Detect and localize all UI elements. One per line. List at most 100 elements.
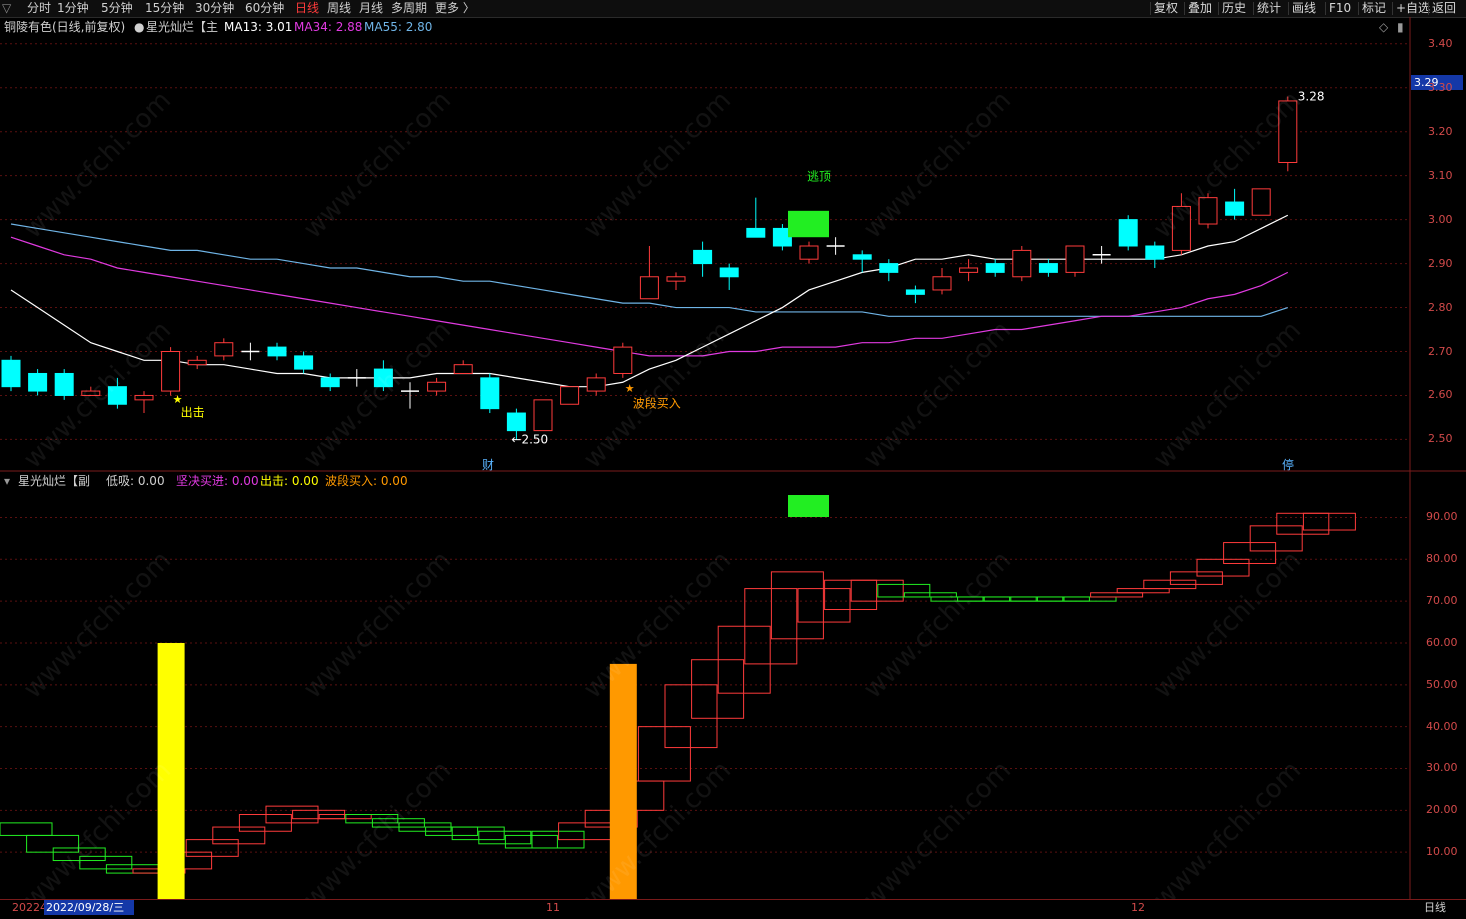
candle-down — [54, 372, 74, 396]
indicator-tick-8: 10.00 — [1426, 845, 1458, 859]
taoding-signal-sub — [788, 495, 829, 517]
candle-down — [985, 263, 1005, 273]
indicator-box — [504, 834, 558, 849]
candle-up — [453, 364, 473, 374]
price-tick-6: 2.80 — [1428, 300, 1453, 314]
indicator-tick-2: 70.00 — [1426, 594, 1458, 608]
month-11: 11 — [546, 901, 560, 914]
candle-down — [1145, 245, 1165, 260]
indicator-box — [1169, 571, 1223, 585]
indicator-tick-6: 30.00 — [1426, 761, 1458, 775]
period-tab-7[interactable]: 周线 — [327, 1, 351, 16]
candle-down — [294, 355, 314, 370]
indicator-box — [664, 684, 718, 749]
candle-up — [586, 377, 606, 392]
period-indicator[interactable]: 日线 — [1424, 900, 1446, 915]
date-axis — [0, 899, 1466, 919]
month-12: 12 — [1131, 901, 1145, 914]
indicator-box — [1010, 596, 1064, 602]
indicator-box — [1036, 596, 1090, 602]
candle-down — [746, 227, 766, 238]
toolbar-button-5[interactable]: F10 — [1329, 1, 1351, 16]
indicator-tick-5: 40.00 — [1426, 719, 1458, 733]
price-tick-7: 2.70 — [1428, 344, 1453, 358]
period-toolbar: ▽ 分时 1分钟 5分钟 15分钟 30分钟 60分钟 日线 周线 月线 多周期 更多 〉 复权 叠加… — [0, 0, 1466, 18]
price-tick-1: 3.30 — [1428, 80, 1453, 94]
toolbar-button-1[interactable]: 叠加 — [1188, 1, 1212, 16]
period-tab-4[interactable]: 30分钟 — [195, 1, 234, 16]
boduan-annotation: 波段买入 — [633, 395, 681, 410]
indicator-box — [1090, 592, 1144, 598]
indicator-box — [451, 826, 505, 841]
indicator-box — [1116, 588, 1170, 594]
candle-down — [1, 359, 21, 388]
price-tick-8: 2.60 — [1428, 388, 1453, 402]
indicator-box — [1063, 596, 1117, 602]
price-chart[interactable]: ★★出击波段买入逃顶←2.503.28财停 — [0, 17, 1466, 472]
candle-down — [373, 368, 393, 388]
candle-down — [693, 249, 713, 265]
high-price-annotation: 3.28 — [1298, 90, 1325, 104]
period-tab-3[interactable]: 15分钟 — [145, 1, 184, 16]
candle-up — [1278, 100, 1298, 163]
toolbar-button-0[interactable]: 复权 — [1154, 1, 1178, 16]
indicator-tick-3: 60.00 — [1426, 635, 1458, 649]
low-price-annotation: ←2.50 — [511, 432, 548, 446]
period-tab-1[interactable]: 1分钟 — [57, 1, 89, 16]
indicator-box — [185, 839, 239, 857]
toolbar-button-8[interactable]: 返回 — [1432, 1, 1456, 16]
taoding-annotation: 逃顶 — [807, 169, 831, 183]
candle-up — [932, 276, 952, 291]
period-tab-8[interactable]: 月线 — [359, 1, 383, 16]
candle-down — [480, 377, 500, 410]
cai-marker-2: 停 — [1282, 457, 1294, 472]
menu-icon[interactable]: ▽ — [2, 1, 11, 16]
indicator-box — [79, 855, 133, 870]
signal-bar-orange — [609, 663, 637, 900]
candle-up — [959, 267, 979, 273]
toolbar-button-6[interactable]: 标记 — [1362, 1, 1386, 16]
indicator-box — [52, 847, 106, 862]
toolbar-button-4[interactable]: 画线 — [1292, 1, 1316, 16]
candle-up — [1251, 188, 1271, 216]
date-start: 20224 — [12, 901, 47, 914]
candle-up — [560, 386, 580, 405]
indicator-box — [637, 726, 691, 782]
candle-up — [134, 394, 154, 401]
indicator-box — [26, 834, 80, 853]
candle-down — [320, 377, 340, 388]
indicator-box — [797, 588, 851, 623]
indicator-box — [0, 822, 53, 836]
indicator-box — [478, 830, 532, 845]
period-tab-5[interactable]: 60分钟 — [245, 1, 284, 16]
candle-down — [107, 386, 127, 405]
indicator-tick-4: 50.00 — [1426, 677, 1458, 691]
candle-down — [719, 267, 739, 278]
candle-down — [28, 372, 48, 392]
candle-up — [613, 346, 633, 374]
period-tab-9[interactable]: 多周期 — [391, 1, 427, 16]
period-tab-10[interactable]: 更多 〉 — [435, 1, 475, 16]
candle-down — [905, 289, 925, 295]
candle-down — [852, 254, 872, 260]
period-tab-6[interactable]: 日线 — [295, 1, 319, 16]
candle-down — [506, 412, 526, 432]
toolbar-button-3[interactable]: 统计 — [1257, 1, 1281, 16]
toolbar-button-2[interactable]: 历史 — [1222, 1, 1246, 16]
indicator-box — [1196, 558, 1250, 577]
period-tab-0[interactable]: 分时 — [27, 1, 51, 16]
indicator-box — [903, 592, 957, 598]
candle-down — [1118, 219, 1138, 247]
toolbar-button-7[interactable]: +自选 — [1396, 1, 1430, 16]
period-tab-2[interactable]: 5分钟 — [101, 1, 133, 16]
chuji-annotation: 出击 — [181, 405, 205, 419]
price-tick-4: 3.00 — [1428, 212, 1453, 226]
indicator-box — [1276, 512, 1330, 535]
indicator-box — [877, 583, 931, 598]
candle-up — [666, 276, 686, 282]
indicator-chart[interactable] — [0, 472, 1466, 900]
candle-up — [81, 390, 101, 396]
candle-up — [187, 359, 207, 366]
indicator-box — [983, 596, 1037, 602]
indicator-box — [212, 826, 266, 845]
